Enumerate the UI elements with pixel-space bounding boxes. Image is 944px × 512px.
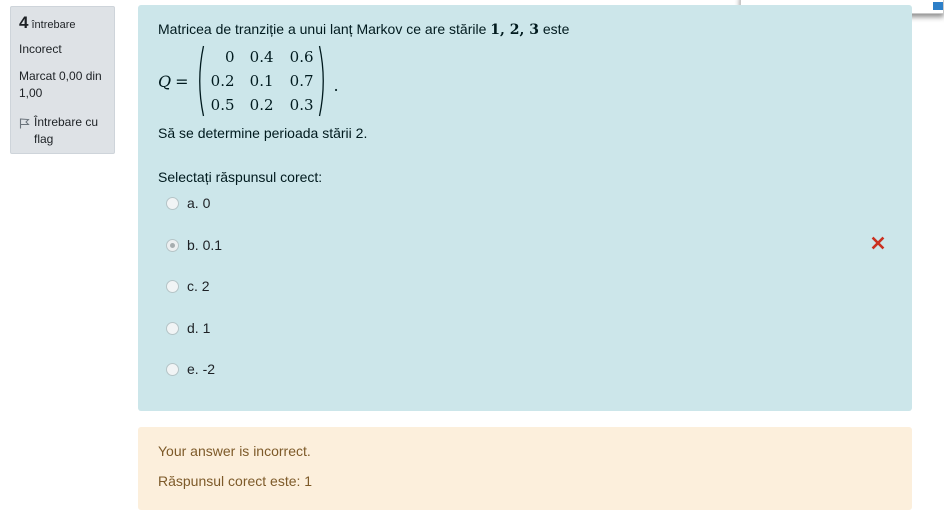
radio-button-selected[interactable] <box>166 238 179 252</box>
question-task: Să se determine perioada stării 2. <box>158 125 368 141</box>
radio-button[interactable] <box>166 197 179 210</box>
flag-question-toggle[interactable]: Întrebare cu flag <box>19 114 106 148</box>
answer-options: a. 0 b. 0.1 c. 2 d. 1 e. -2 <box>166 193 886 401</box>
answer-option-a[interactable]: a. 0 <box>166 193 886 235</box>
radio-button[interactable] <box>166 321 179 335</box>
question-number-label: întrebare <box>31 19 76 31</box>
answer-label: a. 0 <box>187 195 211 211</box>
question-number: 4 întrebare <box>19 13 106 33</box>
flag-outline-icon <box>19 114 31 148</box>
right-paren-icon <box>318 45 324 117</box>
question-formulation: Matricea de tranziție a unui lanț Markov… <box>138 5 912 411</box>
answer-option-d[interactable]: d. 1 <box>166 318 886 360</box>
feedback-correct-answer: Răspunsul corect este: 1 <box>158 473 313 489</box>
question-grade: Marcat 0,00 din 1,00 <box>19 69 102 100</box>
radio-button[interactable] <box>166 280 179 293</box>
popup-accent-bar <box>933 2 943 10</box>
matrix-equals: = <box>175 71 189 91</box>
incorrect-cross-icon <box>871 236 885 249</box>
matrix-cell: 0.1 <box>249 72 274 90</box>
answer-option-c[interactable]: c. 2 <box>166 276 886 318</box>
radio-button[interactable] <box>166 363 179 376</box>
matrix-cell: 0.2 <box>249 96 274 114</box>
flag-question-label: Întrebare cu flag <box>34 115 99 146</box>
matrix-variable: Q <box>158 71 172 91</box>
matrix-period: . <box>333 75 339 95</box>
question-number-value: 4 <box>19 13 29 32</box>
left-paren-icon <box>198 45 204 117</box>
question-text-prefix: Matricea de tranziție a unui lanț Markov… <box>158 21 491 37</box>
answer-prompt: Selectați răspunsul corect: <box>158 169 323 185</box>
answer-label: c. 2 <box>187 278 210 294</box>
question-text: Matricea de tranziție a unui lanț Markov… <box>158 21 569 38</box>
answer-label: b. 0.1 <box>187 236 223 253</box>
question-states-math: 1, 2, 3 <box>490 22 539 38</box>
feedback-general: Your answer is incorrect. <box>158 443 311 459</box>
answer-option-e[interactable]: e. -2 <box>166 359 886 401</box>
matrix-cell: 0.7 <box>289 72 314 90</box>
question-state: Incorect <box>19 42 62 56</box>
matrix-cells: 0 0.4 0.6 0.2 0.1 0.7 0.5 0.2 0.3 <box>205 45 318 117</box>
question-info: 4 întrebare Incorect Marcat 0,00 din 1,0… <box>10 6 115 154</box>
matrix-cell: 0.2 <box>210 72 235 90</box>
answer-label: d. 1 <box>187 319 211 336</box>
transition-matrix: Q = 0 0.4 0.6 0.2 0.1 0.7 0.5 0.2 0.3 . <box>158 43 339 119</box>
answer-label: e. -2 <box>187 361 216 377</box>
matrix-cell: 0 <box>224 48 235 66</box>
answer-feedback: Your answer is incorrect. Răspunsul core… <box>138 427 912 510</box>
matrix-cell: 0.4 <box>249 48 274 66</box>
question-text-suffix: este <box>539 21 570 37</box>
matrix-cell: 0.3 <box>289 96 314 114</box>
matrix-cell: 0.6 <box>289 48 314 66</box>
matrix-cell: 0.5 <box>210 96 235 114</box>
answer-option-b[interactable]: b. 0.1 <box>166 235 886 277</box>
